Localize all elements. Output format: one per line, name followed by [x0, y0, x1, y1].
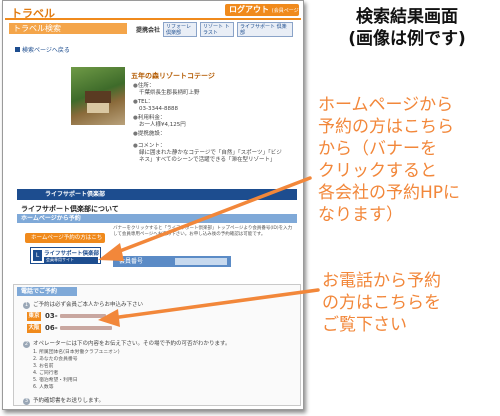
- arrow-to-banner: [98, 176, 312, 261]
- annotation-arrows: [98, 176, 320, 327]
- arrow-to-phone: [98, 288, 320, 327]
